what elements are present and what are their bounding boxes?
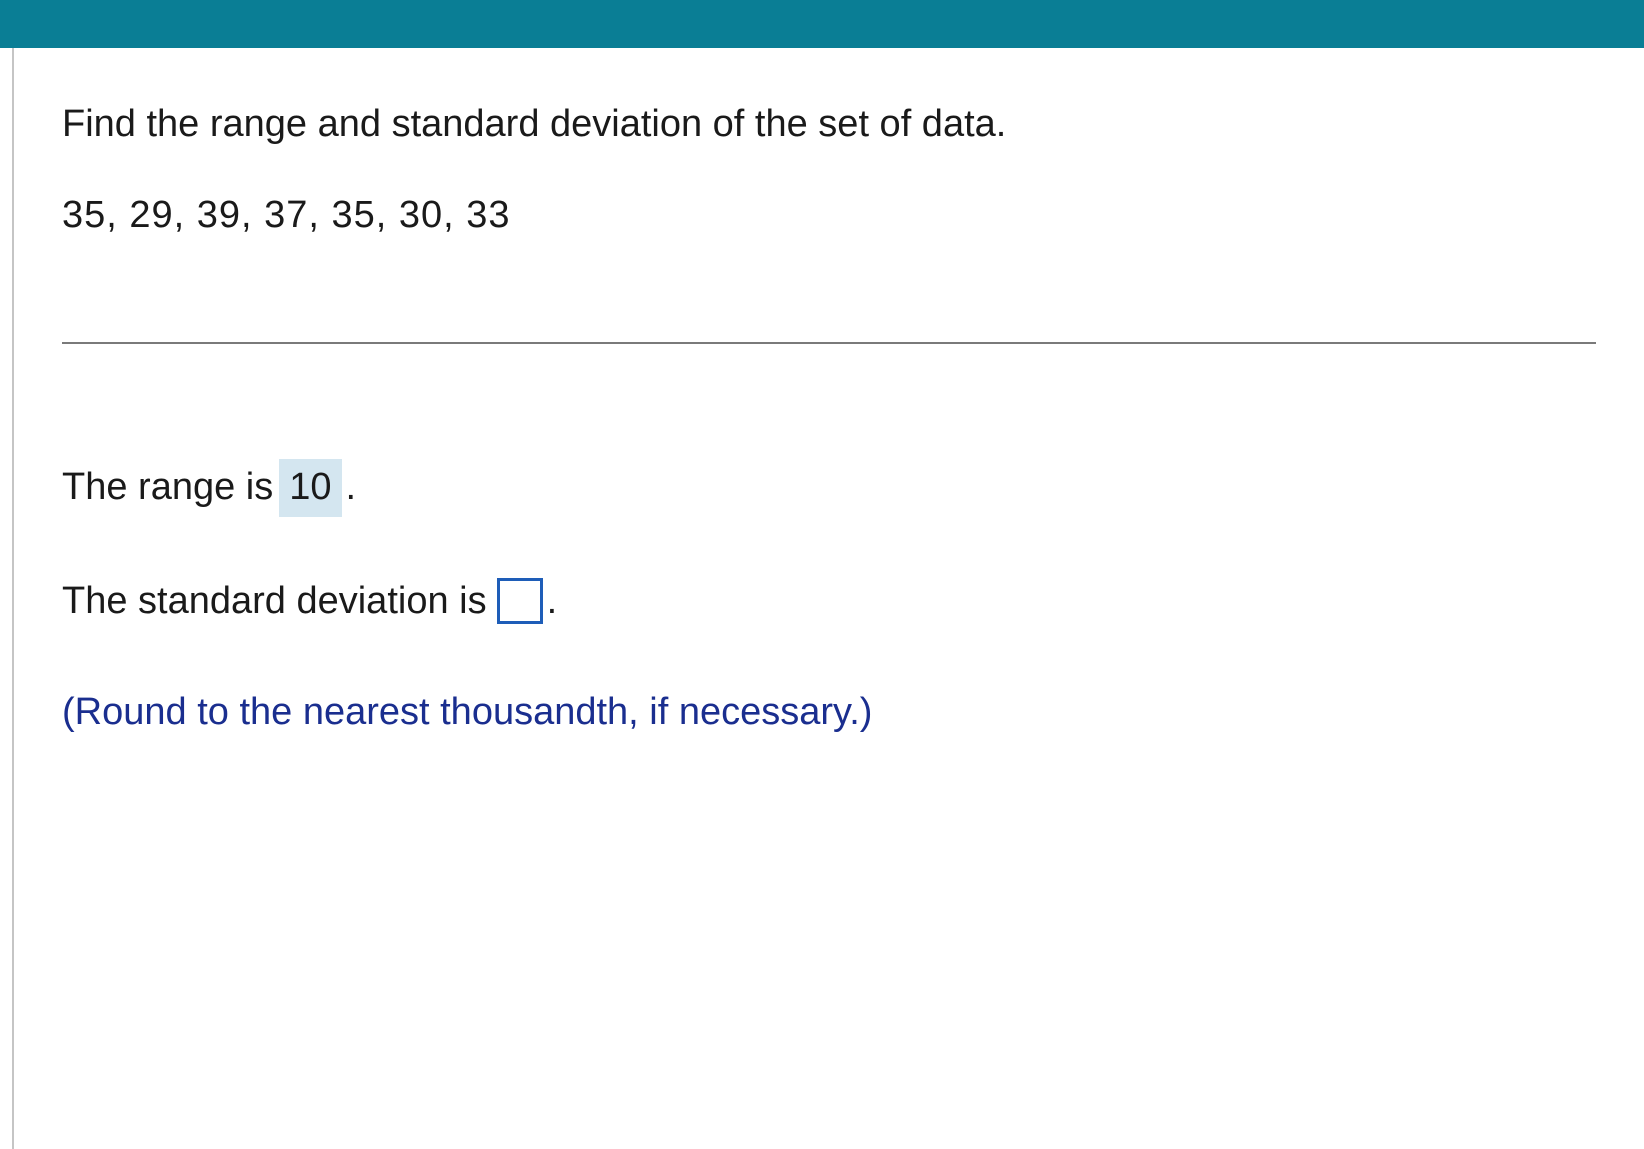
- question-data-set: 35, 29, 39, 37, 35, 30, 33: [62, 189, 1596, 242]
- stddev-label-pre: The standard deviation is: [62, 575, 487, 628]
- range-answer-value[interactable]: 10: [279, 459, 341, 516]
- range-label-post: .: [346, 461, 357, 514]
- question-prompt: Find the range and standard deviation of…: [62, 98, 1596, 151]
- range-label-pre: The range is: [62, 461, 273, 514]
- rounding-instruction: (Round to the nearest thousandth, if nec…: [62, 686, 1596, 739]
- stddev-answer-line: The standard deviation is .: [62, 575, 1596, 628]
- stddev-input[interactable]: [497, 578, 543, 624]
- stddev-label-post: .: [547, 575, 558, 628]
- content-area: Find the range and standard deviation of…: [12, 48, 1644, 1149]
- range-answer-line: The range is 10 .: [62, 459, 1596, 516]
- header-bar: [0, 0, 1644, 48]
- section-divider: [62, 342, 1596, 344]
